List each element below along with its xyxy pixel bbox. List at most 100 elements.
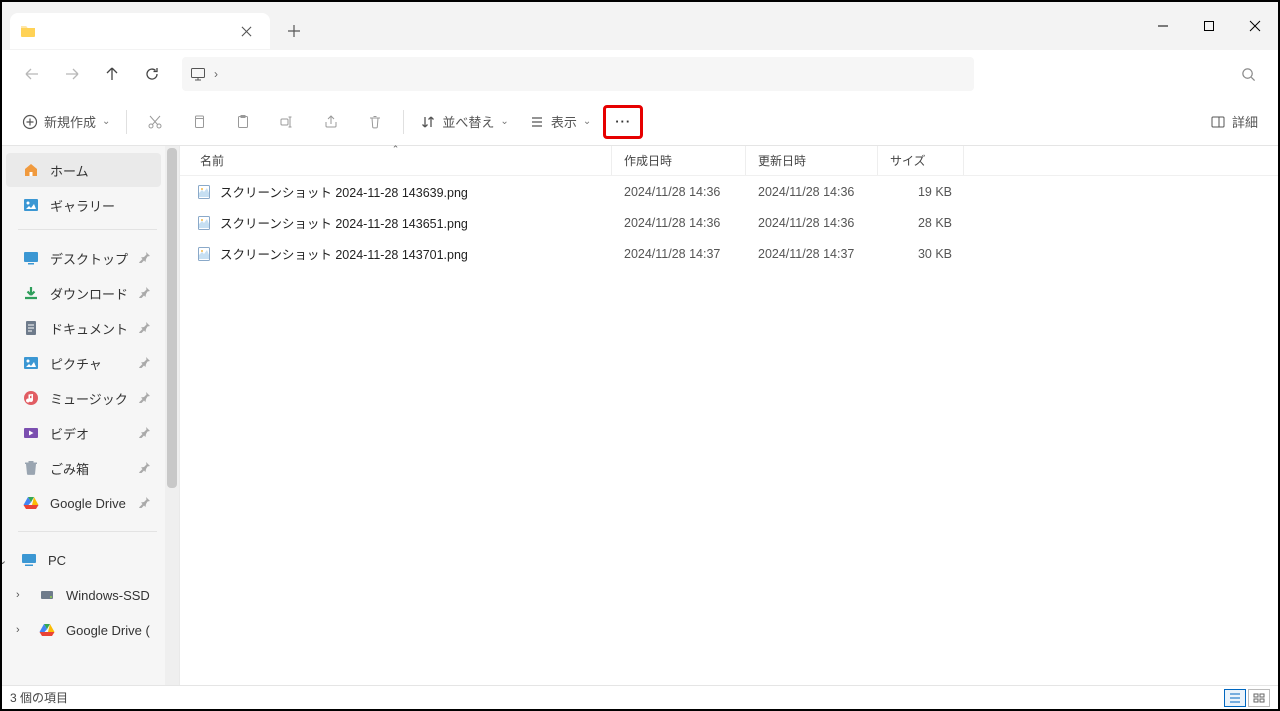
tree-chevron-icon[interactable]: ›	[16, 624, 28, 636]
separator	[126, 110, 127, 134]
explorer-window: › 新規作成 ⌄ 並べ替え ⌄ 表示 ⌄ ···	[0, 0, 1280, 711]
copy-button[interactable]	[179, 105, 219, 139]
sort-button[interactable]: 並べ替え ⌄	[412, 105, 516, 139]
maximize-button[interactable]	[1186, 10, 1232, 42]
sidebar-top: ホームギャラリー	[2, 146, 165, 229]
search-box[interactable]	[986, 57, 1266, 91]
new-button[interactable]: 新規作成 ⌄	[14, 105, 118, 139]
column-size[interactable]: サイズ	[878, 146, 964, 175]
thumbnails-view-button[interactable]	[1248, 689, 1270, 707]
sidebar-tree-disk[interactable]: › Windows-SSD	[6, 578, 161, 612]
rename-button[interactable]	[267, 105, 307, 139]
trash-icon	[22, 459, 40, 477]
sidebar-item-video[interactable]: ビデオ	[6, 416, 161, 450]
sidebar-item-document[interactable]: ドキュメント	[6, 311, 161, 345]
address-bar[interactable]: ›	[182, 57, 974, 91]
tab[interactable]	[10, 13, 270, 49]
sidebar-item-label: デスクトップ	[50, 249, 128, 268]
file-row[interactable]: スクリーンショット 2024-11-28 143639.png 2024/11/2…	[180, 176, 1278, 207]
file-row[interactable]: スクリーンショット 2024-11-28 143701.png 2024/11/2…	[180, 238, 1278, 269]
column-name-label: 名前	[200, 152, 224, 169]
column-modified[interactable]: 更新日時	[746, 146, 878, 175]
sidebar-item-gallery[interactable]: ギャラリー	[6, 188, 161, 222]
sidebar-separator	[18, 229, 157, 230]
sidebar-item-home[interactable]: ホーム	[6, 153, 161, 187]
new-label: 新規作成	[44, 112, 96, 131]
picture-icon	[22, 354, 40, 372]
chevron-down-icon: ⌄	[102, 116, 110, 127]
details-label: 詳細	[1232, 112, 1258, 131]
sidebar-item-desktop[interactable]: デスクトップ	[6, 241, 161, 275]
sidebar-tree-pc[interactable]: ⌄PC	[6, 543, 161, 577]
file-modified: 2024/11/28 14:36	[746, 185, 878, 199]
sidebar-item-label: ダウンロード	[50, 284, 128, 303]
sidebar-separator	[18, 531, 157, 532]
details-view-button[interactable]	[1224, 689, 1246, 707]
sidebar-item-picture[interactable]: ピクチャ	[6, 346, 161, 380]
chevron-right-icon[interactable]: ›	[214, 67, 218, 81]
close-button[interactable]	[1232, 10, 1278, 42]
sidebar-tree: ⌄PC›Windows-SSD›Google Drive (	[2, 536, 165, 654]
view-button[interactable]: 表示 ⌄	[521, 105, 599, 139]
sidebar-item-label: ギャラリー	[50, 196, 115, 215]
sidebar-item-music[interactable]: ミュージック	[6, 381, 161, 415]
sidebar-pinned: デスクトップダウンロードドキュメントピクチャミュージックビデオごみ箱 Google…	[2, 234, 165, 527]
file-name-cell: スクリーンショット 2024-11-28 143701.png	[180, 244, 612, 263]
sidebar-item-trash[interactable]: ごみ箱	[6, 451, 161, 485]
pc-icon	[20, 551, 38, 569]
file-rows: スクリーンショット 2024-11-28 143639.png 2024/11/2…	[180, 176, 1278, 685]
details-pane-button[interactable]: 詳細	[1202, 105, 1266, 139]
gdrive-icon	[22, 494, 40, 512]
up-button[interactable]	[94, 56, 130, 92]
scrollbar-thumb[interactable]	[167, 148, 177, 488]
separator	[403, 110, 404, 134]
sidebar-item-download[interactable]: ダウンロード	[6, 276, 161, 310]
delete-button[interactable]	[355, 105, 395, 139]
tree-chevron-icon[interactable]: ⌄	[2, 554, 10, 567]
column-headers: 名前 ⌃ 作成日時 更新日時 サイズ	[180, 146, 1278, 176]
sidebar-item-label: ピクチャ	[50, 354, 102, 373]
sidebar-scrollbar[interactable]	[165, 146, 179, 685]
forward-button[interactable]	[54, 56, 90, 92]
window-controls	[1140, 10, 1278, 42]
sidebar-item-label: ごみ箱	[50, 459, 89, 478]
sidebar-item-label: PC	[48, 553, 66, 568]
pin-icon	[139, 321, 153, 335]
download-icon	[22, 284, 40, 302]
file-created: 2024/11/28 14:36	[612, 185, 746, 199]
status-text: 3 個の項目	[10, 689, 68, 706]
sort-label: 並べ替え	[442, 112, 494, 131]
file-created: 2024/11/28 14:36	[612, 216, 746, 230]
refresh-button[interactable]	[134, 56, 170, 92]
body: ホームギャラリー デスクトップダウンロードドキュメントピクチャミュージックビデオ…	[2, 146, 1278, 685]
sidebar-item-label: Windows-SSD	[66, 588, 150, 603]
sidebar-item-gdrive[interactable]: Google Drive	[6, 486, 161, 520]
sidebar-tree-gdrive[interactable]: › Google Drive (	[6, 613, 161, 647]
sort-icon	[420, 114, 436, 130]
sort-asc-icon: ⌃	[392, 144, 400, 155]
gdrive-icon	[38, 621, 56, 639]
column-name[interactable]: 名前 ⌃	[180, 146, 612, 175]
file-row[interactable]: スクリーンショット 2024-11-28 143651.png2024/11/2…	[180, 207, 1278, 238]
tab-close-button[interactable]	[232, 17, 260, 45]
image-file-icon	[196, 184, 212, 200]
cut-button[interactable]	[135, 105, 175, 139]
paste-button[interactable]	[223, 105, 263, 139]
plus-circle-icon	[22, 114, 38, 130]
new-tab-button[interactable]	[276, 13, 312, 49]
sidebar-item-label: Google Drive (	[66, 623, 150, 638]
search-icon	[1241, 67, 1256, 82]
minimize-button[interactable]	[1140, 10, 1186, 42]
pin-icon	[139, 251, 153, 265]
file-modified: 2024/11/28 14:37	[746, 247, 878, 261]
more-button[interactable]: ···	[603, 105, 643, 139]
file-name: スクリーンショット 2024-11-28 143701.png	[220, 244, 468, 263]
pin-icon	[139, 356, 153, 370]
share-button[interactable]	[311, 105, 351, 139]
column-created[interactable]: 作成日時	[612, 146, 746, 175]
tree-chevron-icon[interactable]: ›	[16, 589, 28, 601]
home-icon	[22, 161, 40, 179]
back-button[interactable]	[14, 56, 50, 92]
file-name: スクリーンショット 2024-11-28 143639.png	[220, 182, 468, 201]
sidebar: ホームギャラリー デスクトップダウンロードドキュメントピクチャミュージックビデオ…	[2, 146, 180, 685]
